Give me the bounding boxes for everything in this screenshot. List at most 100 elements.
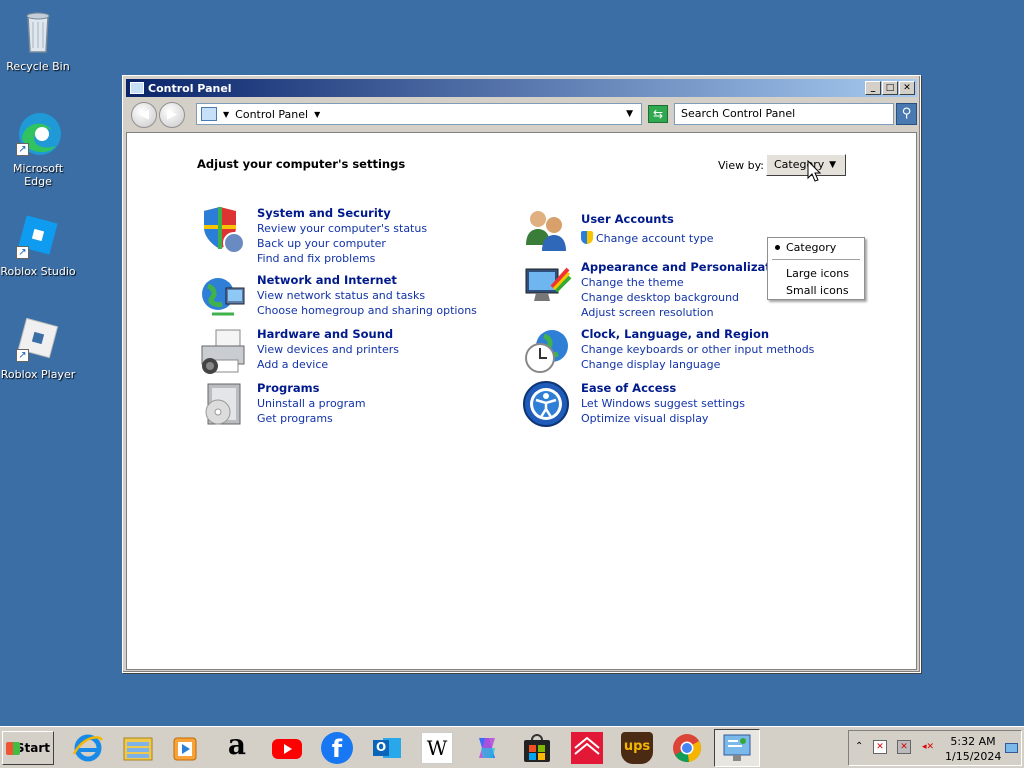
category-link[interactable]: Change account type [596, 232, 714, 245]
category-title[interactable]: Appearance and Personalization [581, 259, 791, 275]
desktop-icon-roblox-player[interactable]: ↗ Roblox Player [0, 316, 76, 381]
search-input[interactable]: Search Control Panel [674, 103, 894, 125]
roblox-player-icon: ↗ [14, 316, 62, 364]
desktop-icon-roblox-studio[interactable]: ↗ Roblox Studio [0, 213, 76, 278]
start-button[interactable]: Start [2, 731, 54, 765]
category-link[interactable]: Change desktop background [581, 290, 791, 305]
file-explorer-icon[interactable] [122, 732, 154, 764]
control-panel-content: Adjust your computer's settings View by:… [126, 132, 917, 670]
chevron-down-icon: ▼ [829, 160, 836, 170]
outlook-icon[interactable]: O [371, 732, 403, 764]
category-title[interactable]: Programs [257, 380, 366, 396]
category-link[interactable]: Change the theme [581, 275, 791, 290]
printer-icon [198, 326, 248, 376]
category-link[interactable]: Back up your computer [257, 236, 427, 251]
category-title[interactable]: Clock, Language, and Region [581, 326, 814, 342]
menu-item-large-icons[interactable]: Large icons [786, 267, 849, 280]
view-by-menu: Category Large icons Small icons [767, 237, 865, 300]
desktop-icon-recycle-bin[interactable]: Recycle Bin [0, 8, 76, 73]
edge-icon: ↗ [14, 110, 62, 158]
show-hidden-icons-icon[interactable]: ⌃ [855, 741, 863, 752]
microsoft-store-icon[interactable] [521, 732, 553, 764]
network-icon[interactable]: ✕ [897, 740, 911, 754]
title-bar[interactable]: Control Panel _ □ ✕ [126, 79, 917, 97]
category-link[interactable]: Review your computer's status [257, 221, 427, 236]
refresh-button[interactable]: ⇆ [648, 105, 668, 123]
internet-explorer-icon[interactable] [72, 732, 104, 764]
desktop-icon-microsoft-edge[interactable]: ↗ Microsoft Edge [0, 110, 76, 188]
desktop-icon-label: Recycle Bin [6, 60, 70, 73]
forward-button[interactable]: ▶ [159, 102, 185, 128]
page-title: Adjust your computer's settings [197, 157, 406, 171]
roblox-studio-icon: ↗ [14, 213, 62, 261]
address-history-dropdown[interactable]: ▼ [626, 109, 633, 119]
category-link[interactable]: Add a device [257, 357, 399, 372]
media-player-icon[interactable] [170, 732, 202, 764]
category-title[interactable]: Hardware and Sound [257, 326, 399, 342]
breadcrumb-chevron-icon[interactable]: ▼ [314, 110, 320, 119]
category-link[interactable]: Uninstall a program [257, 396, 366, 411]
facebook-icon[interactable]: f [321, 732, 353, 764]
ups-icon[interactable]: ups [621, 732, 653, 764]
breadcrumb-control-panel[interactable]: Control Panel [235, 108, 308, 121]
category-link[interactable]: Let Windows suggest settings [581, 396, 745, 411]
navigation-toolbar: ◀ ▶ ▼ Control Panel ▼ ▼ ⇆ Search Control… [126, 100, 917, 130]
back-button[interactable]: ◀ [131, 102, 157, 128]
window-title: Control Panel [148, 81, 232, 95]
view-by-dropdown[interactable]: Category ▼ [766, 154, 846, 176]
clock[interactable]: 5:32 AM 1/15/2024 [945, 734, 1001, 764]
category-link[interactable]: Find and fix problems [257, 251, 427, 266]
category-title[interactable]: User Accounts [581, 211, 714, 227]
menu-item-category[interactable]: Category [786, 241, 836, 254]
address-bar[interactable]: ▼ Control Panel ▼ ▼ [196, 103, 642, 125]
control-panel-icon [130, 82, 144, 94]
category-title[interactable]: System and Security [257, 205, 427, 221]
youtube-icon[interactable] [271, 732, 303, 764]
action-center-flag-icon[interactable]: ✕ [873, 740, 887, 754]
category-link[interactable]: Adjust screen resolution [581, 305, 791, 320]
category-link[interactable]: Optimize visual display [581, 411, 745, 426]
category-link[interactable]: View devices and printers [257, 342, 399, 357]
programs-disc-icon [198, 380, 248, 430]
category-title[interactable]: Ease of Access [581, 380, 745, 396]
bank-of-america-icon[interactable] [571, 732, 603, 764]
maximize-button[interactable]: □ [882, 81, 898, 95]
wikipedia-icon[interactable]: W [421, 732, 453, 764]
users-icon [522, 205, 572, 255]
control-panel-taskbar-button[interactable] [714, 729, 760, 767]
control-panel-icon [723, 734, 751, 761]
category-link[interactable]: Change display language [581, 357, 814, 372]
ease-of-access-icon [522, 380, 572, 430]
search-icon[interactable]: ⚲ [896, 103, 917, 125]
category-title[interactable]: Network and Internet [257, 272, 477, 288]
view-by-label: View by: [718, 159, 764, 172]
clock-time: 5:32 AM [950, 735, 996, 748]
minimize-button[interactable]: _ [865, 81, 881, 95]
chrome-icon[interactable] [671, 732, 703, 764]
mouse-cursor-icon [807, 160, 821, 182]
category-link[interactable]: Get programs [257, 411, 366, 426]
close-button[interactable]: ✕ [899, 81, 915, 95]
category-link[interactable]: Change keyboards or other input methods [581, 342, 814, 357]
category-link[interactable]: View network status and tasks [257, 288, 477, 303]
monitor-paint-icon [522, 259, 572, 309]
windows-logo-icon [6, 742, 20, 755]
uac-shield-icon [581, 231, 593, 244]
menu-divider [772, 259, 860, 260]
copilot-icon[interactable] [471, 732, 503, 764]
menu-item-small-icons[interactable]: Small icons [786, 284, 849, 297]
desktop-icon-label: Microsoft Edge [12, 162, 64, 188]
control-panel-icon [201, 107, 217, 121]
show-desktop-icon[interactable] [1005, 743, 1018, 753]
system-tray: ⌃ ✕ ✕ ◂✕ 5:32 AM 1/15/2024 [848, 730, 1022, 766]
volume-icon[interactable]: ◂✕ [921, 740, 935, 754]
selected-bullet-icon [775, 245, 780, 250]
recycle-bin-icon [14, 8, 62, 56]
clock-date: 1/15/2024 [945, 750, 1002, 763]
shield-icon [198, 205, 248, 255]
desktop-icon-label: Roblox Player [0, 368, 76, 381]
amazon-icon[interactable]: a [221, 731, 253, 764]
chevron-right-icon[interactable]: ▼ [223, 110, 229, 119]
category-link[interactable]: Choose homegroup and sharing options [257, 303, 477, 318]
network-globe-icon [198, 272, 248, 322]
